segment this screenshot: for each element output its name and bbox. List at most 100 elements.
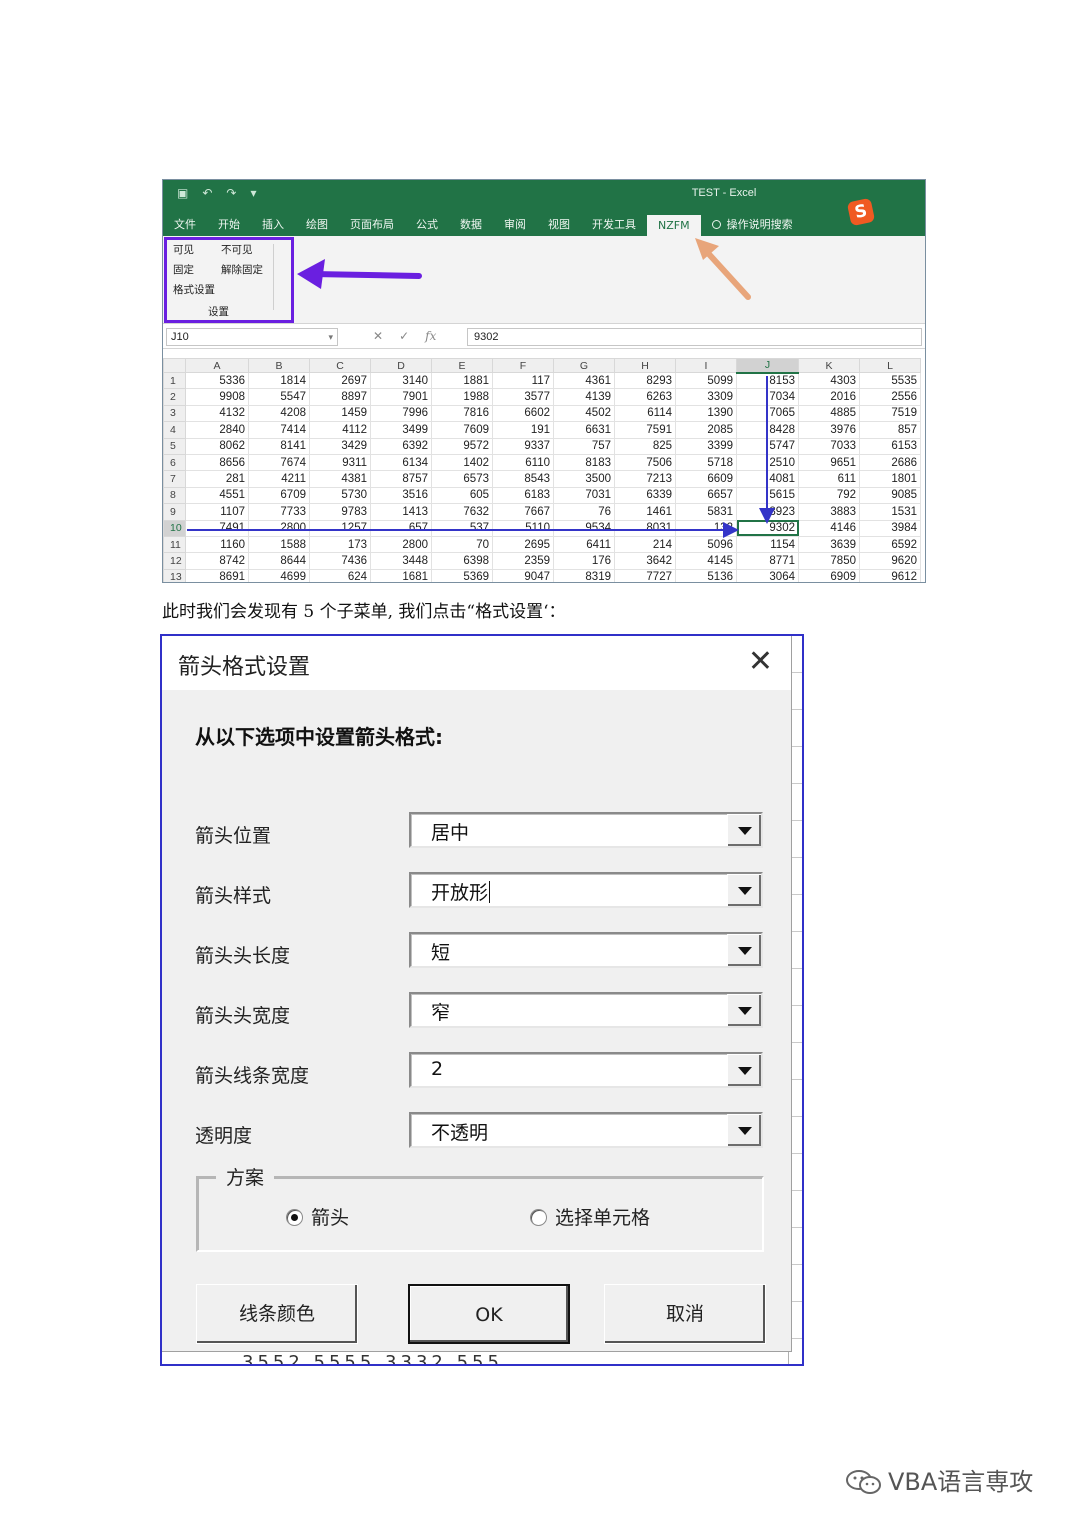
cell[interactable]: 3309 bbox=[675, 388, 737, 406]
cell[interactable]: 3639 bbox=[798, 535, 860, 554]
cell[interactable]: 8183 bbox=[553, 453, 615, 472]
row-header[interactable]: 1 bbox=[163, 371, 186, 390]
combo-transparency[interactable]: 不透明 bbox=[409, 1112, 763, 1148]
cell[interactable]: 173 bbox=[309, 535, 371, 554]
tell-me-search[interactable]: 操作说明搜索 bbox=[701, 214, 804, 236]
cell[interactable]: 6609 bbox=[675, 470, 737, 488]
cell[interactable]: 8742 bbox=[185, 552, 249, 570]
radio-selected-icon[interactable] bbox=[286, 1209, 303, 1226]
cell[interactable]: 4361 bbox=[553, 371, 615, 390]
cell[interactable]: 6339 bbox=[614, 486, 676, 505]
ribbon-button-visible[interactable]: 可见 bbox=[173, 242, 194, 257]
ribbon-tab[interactable]: 绘图 bbox=[295, 214, 339, 236]
dropdown-arrow-icon[interactable] bbox=[727, 814, 761, 846]
cell[interactable]: 5136 bbox=[675, 568, 737, 582]
cell[interactable]: 7213 bbox=[614, 470, 676, 488]
cell[interactable]: 9311 bbox=[309, 453, 371, 472]
row-header[interactable]: 4 bbox=[163, 421, 186, 439]
cell[interactable]: 8428 bbox=[736, 421, 799, 439]
cell[interactable]: 4145 bbox=[675, 552, 737, 570]
cell[interactable]: 3399 bbox=[675, 437, 737, 455]
radio-unselected-icon[interactable] bbox=[530, 1209, 547, 1226]
cell[interactable]: 1402 bbox=[431, 453, 493, 472]
row-header[interactable]: 7 bbox=[163, 470, 186, 488]
cell[interactable]: 8757 bbox=[370, 470, 432, 488]
line-color-button[interactable]: 线条颜色 bbox=[196, 1284, 358, 1344]
cell[interactable]: 7850 bbox=[798, 552, 860, 570]
cell[interactable]: 132 bbox=[675, 519, 737, 537]
cell[interactable]: 1160 bbox=[185, 535, 249, 554]
cell[interactable]: 2556 bbox=[859, 388, 921, 406]
cell[interactable]: 6631 bbox=[553, 421, 615, 439]
row-header[interactable]: 12 bbox=[163, 552, 186, 570]
cell[interactable]: 214 bbox=[614, 535, 676, 554]
cell[interactable]: 7901 bbox=[370, 388, 432, 406]
cell[interactable]: 5369 bbox=[431, 568, 493, 582]
cell[interactable]: 70 bbox=[431, 535, 493, 554]
cell[interactable]: 7727 bbox=[614, 568, 676, 582]
cell[interactable]: 9612 bbox=[859, 568, 921, 582]
name-box[interactable]: J10 ▾ bbox=[166, 328, 338, 346]
cell[interactable]: 8656 bbox=[185, 453, 249, 472]
cell[interactable]: 117 bbox=[492, 371, 554, 390]
cell[interactable]: 9302 bbox=[736, 519, 799, 537]
cell[interactable]: 8293 bbox=[614, 371, 676, 390]
cell[interactable]: 7816 bbox=[431, 404, 493, 423]
cell[interactable]: 5096 bbox=[675, 535, 737, 554]
cell[interactable]: 7033 bbox=[798, 437, 860, 455]
row-header[interactable]: 9 bbox=[163, 503, 186, 521]
cell[interactable]: 857 bbox=[859, 421, 921, 439]
ok-button[interactable]: OK bbox=[408, 1284, 570, 1344]
cell[interactable]: 624 bbox=[309, 568, 371, 582]
ribbon-tab[interactable]: 页面布局 bbox=[339, 214, 405, 236]
row-header[interactable]: 13 bbox=[163, 568, 186, 582]
check-icon[interactable]: ✓ bbox=[399, 329, 409, 343]
cell[interactable]: 2085 bbox=[675, 421, 737, 439]
cell[interactable]: 4208 bbox=[248, 404, 310, 423]
cell[interactable]: 8644 bbox=[248, 552, 310, 570]
cell[interactable]: 8062 bbox=[185, 437, 249, 455]
cell[interactable]: 7609 bbox=[431, 421, 493, 439]
ribbon-button-fix[interactable]: 固定 bbox=[173, 262, 194, 277]
cell[interactable]: 5615 bbox=[736, 486, 799, 505]
cell[interactable]: 6602 bbox=[492, 404, 554, 423]
combo-arrow-style[interactable]: 开放形 bbox=[409, 872, 763, 908]
sogou-ime-icon[interactable]: S bbox=[846, 197, 876, 227]
cell[interactable]: 176 bbox=[553, 552, 615, 570]
cell[interactable]: 8153 bbox=[736, 371, 799, 390]
dropdown-arrow-icon[interactable] bbox=[727, 934, 761, 966]
cell[interactable]: 5718 bbox=[675, 453, 737, 472]
cell[interactable]: 6134 bbox=[370, 453, 432, 472]
column-header[interactable]: F bbox=[492, 358, 554, 373]
cell[interactable]: 8319 bbox=[553, 568, 615, 582]
cell[interactable]: 6263 bbox=[614, 388, 676, 406]
cell[interactable]: 9783 bbox=[309, 503, 371, 521]
cancel-button[interactable]: 取消 bbox=[604, 1284, 766, 1344]
cell[interactable]: 4139 bbox=[553, 388, 615, 406]
ribbon-tab[interactable]: 开始 bbox=[207, 214, 251, 236]
cell[interactable]: 281 bbox=[185, 470, 249, 488]
cell[interactable]: 7519 bbox=[859, 404, 921, 423]
cell[interactable]: 4699 bbox=[248, 568, 310, 582]
cell[interactable]: 9085 bbox=[859, 486, 921, 505]
cell[interactable]: 4381 bbox=[309, 470, 371, 488]
cell[interactable]: 7065 bbox=[736, 404, 799, 423]
column-header[interactable]: I bbox=[675, 358, 737, 373]
cell[interactable]: 5110 bbox=[492, 519, 554, 537]
column-header[interactable]: B bbox=[248, 358, 310, 373]
cell[interactable]: 4502 bbox=[553, 404, 615, 423]
ribbon-tab[interactable]: 开发工具 bbox=[581, 214, 647, 236]
cell[interactable]: 5099 bbox=[675, 371, 737, 390]
combo-line-width[interactable]: 2 bbox=[409, 1052, 763, 1088]
ribbon-button-unfix[interactable]: 解除固定 bbox=[221, 262, 263, 277]
cell[interactable]: 3429 bbox=[309, 437, 371, 455]
ribbon-tab[interactable]: 文件 bbox=[163, 214, 207, 236]
cell[interactable]: 9047 bbox=[492, 568, 554, 582]
cell[interactable]: 1814 bbox=[248, 371, 310, 390]
cell[interactable]: 5535 bbox=[859, 371, 921, 390]
cell[interactable]: 4211 bbox=[248, 470, 310, 488]
cell[interactable]: 8771 bbox=[736, 552, 799, 570]
cell[interactable]: 4146 bbox=[798, 519, 860, 537]
row-header[interactable]: 3 bbox=[163, 404, 186, 423]
cell[interactable]: 3499 bbox=[370, 421, 432, 439]
